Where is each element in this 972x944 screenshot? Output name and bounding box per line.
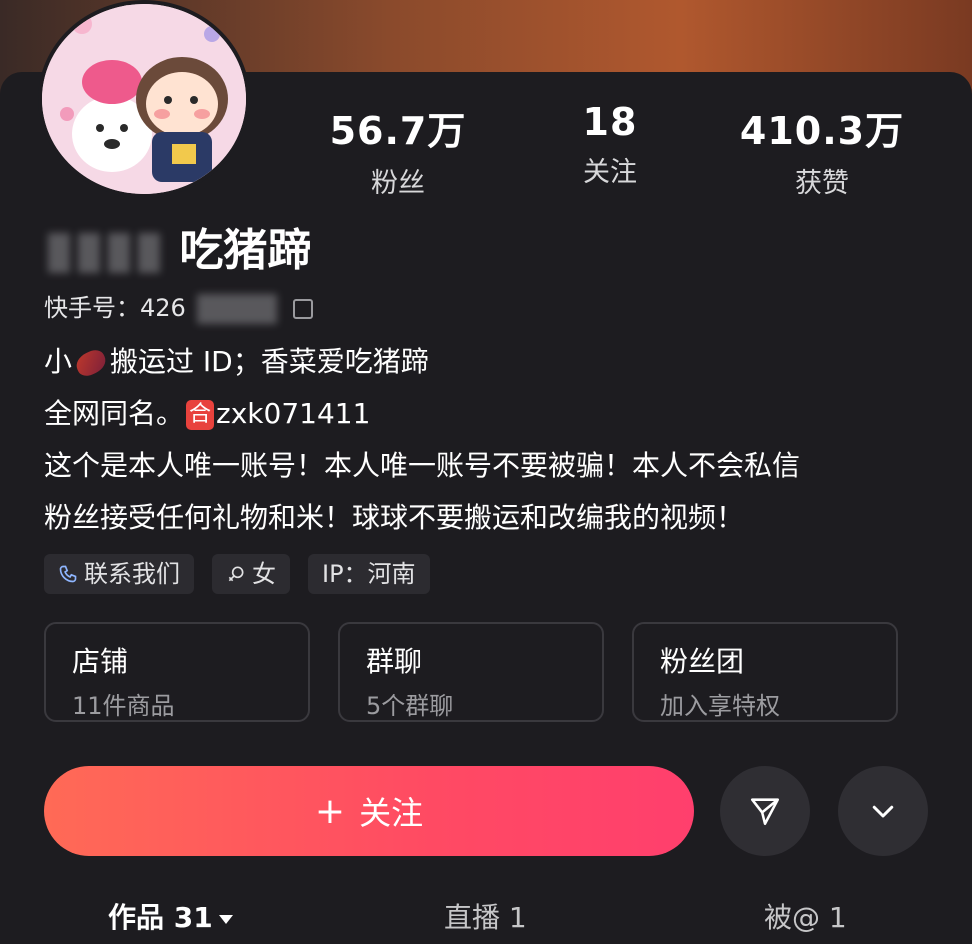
plus-icon: +: [314, 790, 346, 832]
chevron-down-icon: [872, 805, 894, 818]
stat-likes[interactable]: 410.3万 获赞: [722, 100, 922, 200]
card-shop-sub: 11件商品: [72, 692, 175, 720]
card-group-chat[interactable]: 群聊 5个群聊: [338, 622, 604, 722]
profile-tags: 联系我们 女 IP：河南: [44, 554, 430, 594]
card-group-chat-sub: 5个群聊: [366, 692, 454, 720]
tab-works-label: 作品 31: [108, 901, 213, 934]
card-group-chat-title: 群聊: [366, 645, 423, 678]
card-shop[interactable]: 店铺 11件商品: [44, 622, 310, 722]
caret-down-icon: [218, 914, 233, 924]
tag-gender: 女: [212, 554, 290, 594]
phone-icon: [59, 565, 77, 583]
female-icon: [228, 566, 244, 582]
name-blur-redaction: [108, 233, 130, 273]
likes-count: 410.3万: [739, 109, 905, 153]
bio-line-2: 全网同名。合 zxk071411: [44, 397, 371, 430]
bio-line-4: 粉丝接受任何礼物和米！球球不要搬运和改编我的视频！: [44, 501, 745, 534]
name-blur-redaction: [78, 233, 100, 273]
sweet-potato-icon: [72, 346, 110, 380]
tag-contact-us-label: 联系我们: [84, 560, 180, 588]
following-label: 关注: [583, 157, 637, 188]
bio: 小搬运过 ID；香菜爱吃猪蹄 全网同名。合 zxk071411 这个是本人唯一账号…: [44, 336, 944, 544]
copy-icon[interactable]: [293, 299, 314, 319]
tag-ip-location: IP：河南: [308, 554, 430, 594]
tab-mentioned-label: 被@ 1: [764, 901, 847, 934]
card-fan-club[interactable]: 粉丝团 加入享特权: [632, 622, 898, 722]
card-fan-club-sub: 加入享特权: [660, 692, 780, 720]
stat-following[interactable]: 18 关注: [510, 100, 710, 189]
profile-name-text: 吃猪蹄: [179, 225, 312, 276]
avatar-illustration: [42, 4, 246, 194]
likes-label: 获赞: [795, 168, 849, 199]
user-id-blur-redaction: [197, 294, 278, 324]
tab-live-label: 直播 1: [444, 901, 527, 934]
fans-label: 粉丝: [371, 168, 425, 199]
bio-line-3: 这个是本人唯一账号！本人唯一账号不要被骗！本人不会私信: [44, 449, 801, 482]
card-shop-title: 店铺: [72, 645, 129, 678]
following-count: 18: [582, 100, 638, 144]
tag-contact-us[interactable]: 联系我们: [44, 554, 194, 594]
card-fan-club-title: 粉丝团: [660, 645, 745, 678]
user-id-text: 快手号：426: [44, 294, 186, 322]
name-blur-redaction: [48, 233, 70, 273]
fans-count: 56.7万: [329, 109, 467, 153]
share-button[interactable]: [720, 766, 810, 856]
stat-fans[interactable]: 56.7万 粉丝: [298, 100, 498, 200]
tab-live[interactable]: 直播 1: [444, 896, 527, 936]
avatar[interactable]: [38, 0, 250, 198]
follow-button[interactable]: + 关注: [44, 766, 694, 856]
bio-line-1: 小搬运过 ID；香菜爱吃猪蹄: [44, 345, 429, 380]
feature-cards: 店铺 11件商品 群聊 5个群聊 粉丝团 加入享特权: [44, 622, 898, 722]
he-badge-icon: 合: [186, 400, 215, 430]
follow-button-label: 关注: [359, 794, 424, 832]
send-icon: [750, 798, 780, 826]
name-blur-redaction: [138, 233, 160, 273]
tab-works[interactable]: 作品 31: [108, 896, 233, 936]
user-id-row[interactable]: 快手号：426: [44, 288, 314, 324]
more-button[interactable]: [838, 766, 928, 856]
tag-gender-label: 女: [252, 560, 276, 588]
tag-ip-label: IP：河南: [322, 560, 416, 588]
profile-name: 吃猪蹄: [44, 214, 311, 278]
content-tabs: 作品 31 直播 1 被@ 1: [0, 890, 972, 944]
tab-mentioned[interactable]: 被@ 1: [764, 896, 847, 936]
